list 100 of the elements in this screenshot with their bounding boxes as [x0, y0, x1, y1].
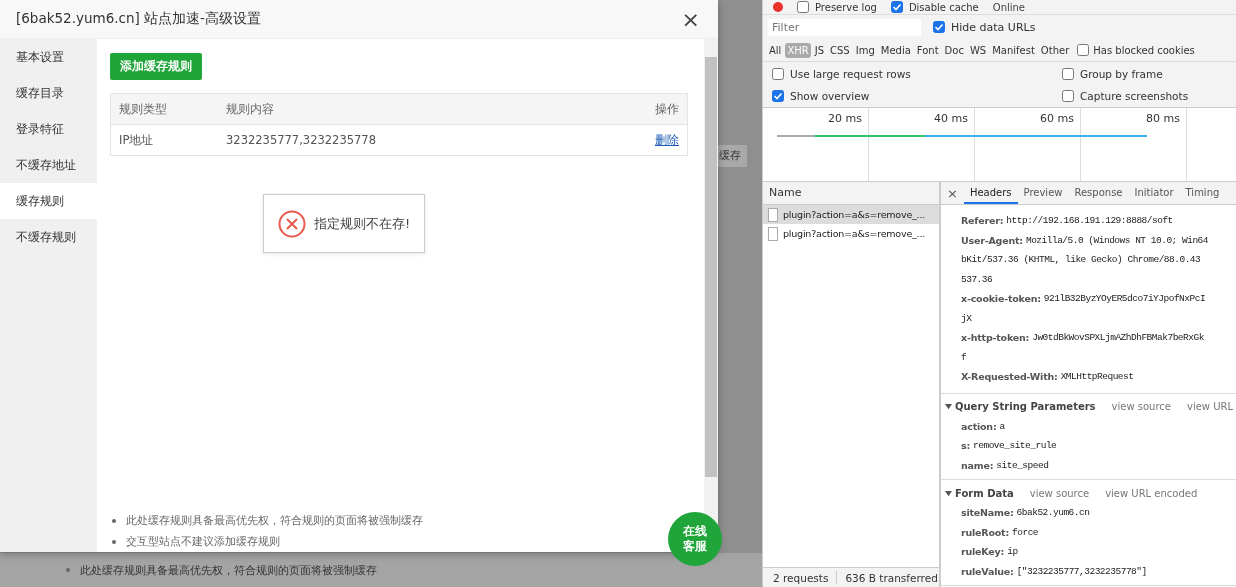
section-title: Form Data: [955, 487, 1014, 499]
param-value: ["3232235777,3232235778"]: [1016, 565, 1147, 577]
param-name: ruleKey:: [961, 546, 1005, 558]
type-filter-tab[interactable]: Other: [1038, 42, 1072, 58]
type-filter-tab[interactable]: All: [767, 42, 784, 58]
header-value: http://192.168.191.129:8888/soft: [1006, 215, 1173, 227]
type-filter-tab[interactable]: Media: [878, 42, 913, 58]
request-row[interactable]: plugin?action=a&s=remove_...: [763, 224, 939, 243]
checkbox[interactable]: [772, 89, 784, 102]
sidebar-item[interactable]: 不缓存地址: [0, 147, 97, 183]
record-icon[interactable]: [773, 2, 783, 12]
request-row[interactable]: plugin?action=a&s=remove_...: [763, 205, 939, 224]
header-value: bKit/537.36 (KHTML, like Gecko) Chrome/88.0.43: [961, 254, 1201, 266]
delete-link[interactable]: 删除: [655, 132, 679, 147]
type-filter-tab[interactable]: Img: [853, 42, 877, 58]
detail-tab[interactable]: Timing: [1179, 182, 1226, 204]
file-icon: [768, 207, 778, 222]
checkbox-label: Show overview: [790, 89, 870, 102]
filter-field[interactable]: Filter: [768, 18, 921, 36]
param-name: ruleValue:: [961, 565, 1014, 577]
param-name: siteName:: [961, 507, 1014, 519]
request-name: plugin?action=a&s=remove_...: [783, 209, 926, 220]
request-name: plugin?action=a&s=remove_...: [783, 228, 926, 239]
sidebar-item[interactable]: 缓存规则: [0, 183, 97, 219]
error-icon: [277, 209, 306, 238]
file-icon: [768, 226, 778, 241]
view-link[interactable]: view URL encoded: [1105, 487, 1198, 499]
column-header: 规则类型: [119, 101, 168, 117]
column-header: Name: [763, 182, 939, 205]
header-value: Mozilla/5.0 (Windows NT 10.0; Win64: [1025, 234, 1208, 246]
sidebar-item[interactable]: 基本设置: [0, 39, 97, 75]
param-value: ip: [1007, 546, 1018, 558]
checkbox-label: Use large request rows: [790, 67, 911, 80]
header-name: x-http-token:: [961, 332, 1030, 344]
detail-tab[interactable]: Initiator: [1128, 182, 1180, 204]
checkbox-label: Hide data URLs: [951, 20, 1036, 34]
time-tick: 60 ms: [1040, 112, 1074, 125]
column-header: 操作: [655, 101, 679, 117]
view-link[interactable]: view source: [1029, 487, 1090, 499]
view-link[interactable]: view URL: [1187, 401, 1234, 412]
param-name: name:: [961, 459, 994, 471]
type-filter-tab[interactable]: CSS: [828, 42, 852, 58]
dialog-title: [6bak52.yum6.cn] 站点加速-高级设置: [16, 10, 261, 28]
param-name: ruleRoot:: [961, 526, 1010, 538]
view-link[interactable]: view source: [1111, 401, 1171, 412]
param-name: action:: [961, 420, 997, 432]
status-text: 2 requests: [773, 571, 829, 584]
note-text: 此处缓存规则具备最高优先权，符合规则的页面将被强制缓存: [80, 562, 377, 578]
header-name: x-cookie-token:: [961, 293, 1041, 305]
expand-icon[interactable]: [945, 489, 952, 497]
type-filter-tab[interactable]: WS: [967, 42, 989, 58]
checkbox[interactable]: [890, 1, 903, 13]
toast-message: 指定规则不在存!: [313, 214, 411, 233]
param-value: remove_site_rule: [973, 440, 1057, 452]
header-value: 921lB32ByzYOyER5dco7iYJpofNxPcI: [1043, 293, 1206, 305]
type-filter-tab[interactable]: JS: [812, 42, 827, 58]
time-tick: 80 ms: [1146, 112, 1180, 125]
checkbox[interactable]: [933, 21, 945, 33]
time-tick: 40 ms: [934, 112, 968, 125]
header-value: 537.36: [961, 273, 993, 285]
status-text: 636 B transferred: [845, 571, 938, 584]
close-button[interactable]: ×: [675, 6, 706, 32]
header-value: jX: [961, 312, 972, 324]
note-text: 交互型站点不建议添加缓存规则: [126, 534, 280, 549]
type-filter-tab[interactable]: Manifest: [990, 42, 1037, 58]
detail-tab[interactable]: Headers: [963, 182, 1018, 204]
sidebar-item[interactable]: 不缓存规则: [0, 219, 97, 255]
param-value: 6bak52.yum6.cn: [1016, 507, 1090, 519]
checkbox[interactable]: [772, 67, 784, 80]
time-tick: 20 ms: [828, 112, 862, 125]
sidebar-item[interactable]: 登录特征: [0, 111, 97, 147]
checkbox[interactable]: [1062, 89, 1074, 102]
checkbox-label: Capture screenshots: [1080, 89, 1189, 102]
close-button[interactable]: ×: [941, 182, 964, 204]
checkbox[interactable]: [1077, 44, 1090, 56]
param-value: site_speed: [996, 459, 1049, 471]
param-value: force: [1012, 526, 1039, 538]
sidebar-item[interactable]: 缓存目录: [0, 75, 97, 111]
checkbox-label: Preserve log: [815, 1, 877, 13]
detail-tab[interactable]: Preview: [1017, 182, 1069, 204]
note-text: 此处缓存规则具备最高优先权，符合规则的页面将被强制缓存: [126, 513, 423, 528]
header-name: X-Requested-With:: [961, 371, 1058, 383]
section-title: Query String Parameters: [955, 401, 1096, 412]
header-name: Referer:: [961, 215, 1004, 227]
header-value: Jw0tdBkWovSPXLjmAZhDhFBMak7beRxGk: [1032, 332, 1204, 344]
detail-tab[interactable]: Response: [1068, 182, 1129, 204]
type-filter-tab[interactable]: Doc: [942, 42, 966, 58]
checkbox-label: Disable cache: [908, 1, 979, 13]
checkbox-label: Group by frame: [1080, 67, 1163, 80]
expand-icon[interactable]: [945, 403, 952, 410]
table-cell-text: IP地址: [119, 132, 155, 148]
column-header: 规则内容: [226, 101, 275, 117]
throttle-select[interactable]: Online: [992, 1, 1026, 13]
type-filter-tab[interactable]: Font: [914, 42, 941, 58]
param-value: a: [999, 420, 1005, 432]
header-value: f: [961, 351, 967, 363]
checkbox[interactable]: [797, 1, 809, 13]
checkbox[interactable]: [1062, 67, 1074, 80]
header-value: XMLHttpRequest: [1060, 371, 1134, 383]
checkbox-label: Has blocked cookies: [1093, 44, 1195, 56]
